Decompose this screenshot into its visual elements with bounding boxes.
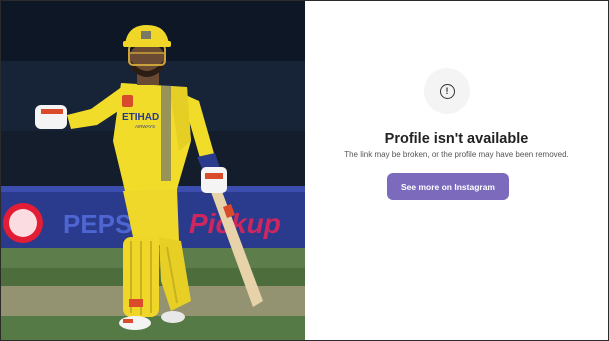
exclamation-icon: ! — [439, 83, 455, 99]
left-glove — [35, 105, 67, 129]
jersey-sponsor-sub: AIRWAYS — [135, 124, 155, 129]
error-description: The link may be broken, or the profile m… — [344, 150, 569, 159]
alert-circle-icon: ! — [424, 68, 470, 114]
page-title: Profile isn't available — [384, 131, 529, 147]
right-shoe — [161, 311, 185, 323]
see-more-on-instagram-button[interactable]: See more on Instagram — [387, 173, 509, 200]
jersey-sponsor: ETIHAD — [122, 112, 159, 123]
right-glove — [201, 167, 227, 193]
player-photo-illustration: PEPSI Pickup ETIHAD AIRWAYS — [1, 1, 305, 340]
screenshot-frame: PEPSI Pickup ETIHAD AIRWAYS ! Profile is… — [0, 0, 609, 341]
player-photo: PEPSI Pickup ETIHAD AIRWAYS — [1, 1, 305, 340]
profile-unavailable-panel: ! Profile isn't available The link may b… — [305, 1, 608, 340]
